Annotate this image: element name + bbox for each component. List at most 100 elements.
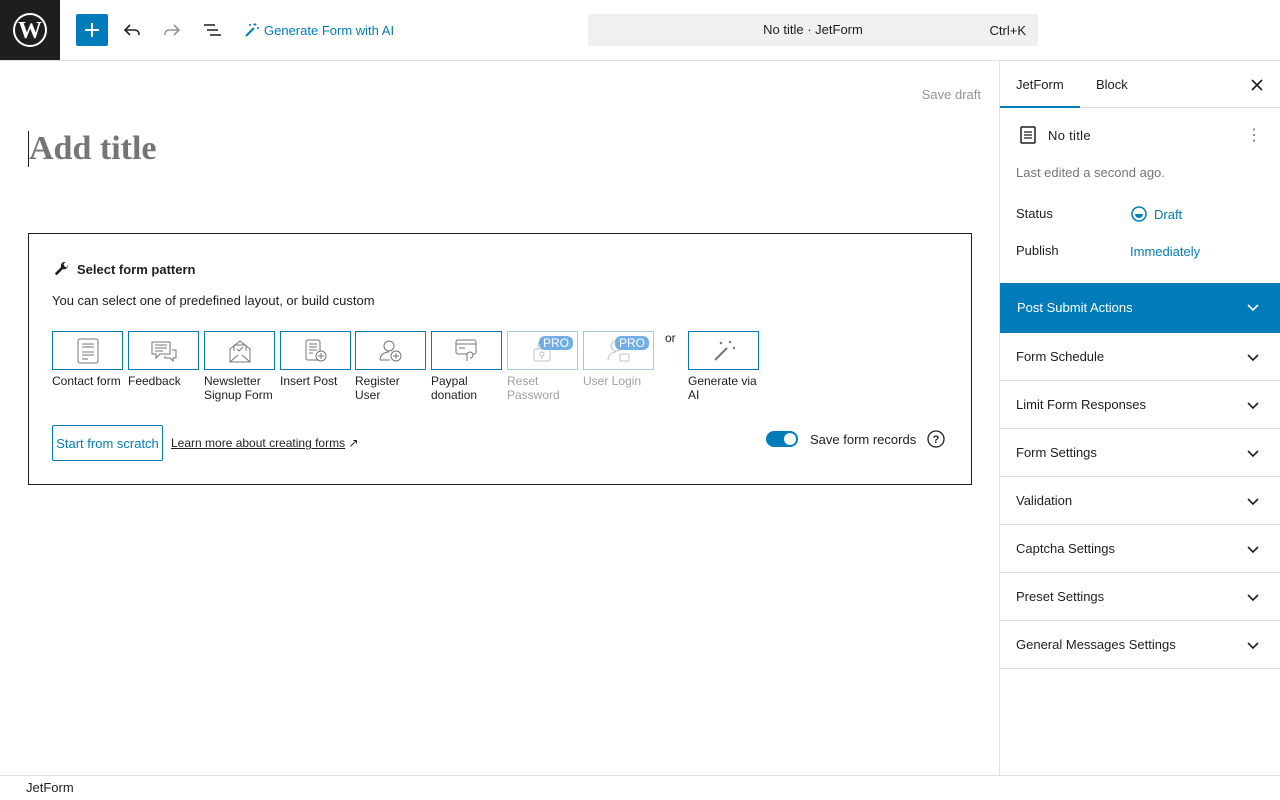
chevron-down-icon — [1247, 498, 1259, 506]
paypal-icon — [455, 339, 476, 361]
chevron-down-icon — [1247, 546, 1259, 554]
wrench-icon — [55, 261, 69, 275]
contact-form-icon — [77, 338, 98, 363]
panel-label: Captcha Settings — [1016, 541, 1116, 556]
undo-icon — [123, 24, 140, 36]
redo-button[interactable] — [156, 14, 188, 46]
pattern-contact-form[interactable]: Contact form — [52, 331, 123, 388]
panel-limit-form-responses[interactable]: Limit Form Responses — [1000, 381, 1280, 429]
pattern-heading-text: Select form pattern — [77, 261, 196, 277]
status-label: Status — [1016, 206, 1053, 221]
save-records-toggle[interactable] — [766, 431, 798, 447]
chevron-down-icon — [1247, 594, 1259, 602]
newsletter-icon — [229, 339, 250, 362]
save-draft-button[interactable]: Save draft — [922, 87, 981, 102]
panel-general-messages-settings[interactable]: General Messages Settings — [1000, 621, 1280, 669]
feedback-icon — [151, 341, 176, 362]
pattern-paypal-donation[interactable]: Paypal donation — [431, 331, 502, 402]
start-from-scratch-button[interactable]: Start from scratch — [52, 425, 163, 461]
pattern-feedback[interactable]: Feedback — [128, 331, 199, 388]
panel-label: Form Settings — [1016, 445, 1097, 460]
chevron-down-icon — [1247, 642, 1259, 650]
tab-block[interactable]: Block — [1080, 61, 1144, 108]
close-icon[interactable] — [1247, 75, 1267, 95]
draft-status-icon — [1131, 206, 1147, 222]
pattern-label: Contact form — [52, 374, 121, 388]
tab-jetform[interactable]: JetForm — [1000, 61, 1080, 108]
list-view-icon — [204, 24, 221, 36]
list-view-button[interactable] — [196, 14, 228, 46]
command-palette-bar[interactable]: No title · JetForm Ctrl+K — [588, 14, 1038, 46]
block-breadcrumb-bar: JetForm — [0, 775, 1280, 800]
document-title: No title · JetForm — [763, 22, 863, 37]
publish-value[interactable]: Immediately — [1130, 244, 1200, 259]
document-title: No title — [1048, 127, 1091, 143]
generate-form-ai-button[interactable]: Generate Form with AI — [244, 20, 394, 40]
pattern-newsletter[interactable]: Newsletter Signup Form — [204, 331, 275, 402]
pattern-heading: Select form pattern — [53, 260, 195, 278]
pattern-label: Register User — [355, 374, 400, 402]
pro-badge: PRO — [538, 336, 573, 350]
or-label: or — [665, 331, 676, 345]
sidebar-tabs: JetForm Block — [1000, 61, 1280, 108]
panel-label: Form Schedule — [1016, 349, 1105, 364]
learn-more-text: Learn more about creating forms — [171, 436, 346, 450]
undo-button[interactable] — [116, 14, 148, 46]
chevron-down-icon — [1247, 304, 1259, 312]
pattern-label: User Login — [583, 374, 642, 388]
pattern-label: Reset Password — [507, 374, 560, 402]
editor-canvas: Save draft Add title Select form pattern… — [0, 61, 999, 775]
panel-captcha-settings[interactable]: Captcha Settings — [1000, 525, 1280, 573]
learn-more-link[interactable]: Learn more about creating forms ↗ — [171, 436, 359, 450]
panel-label: Post Submit Actions — [1017, 300, 1133, 315]
panel-label: Validation — [1016, 493, 1073, 508]
svg-text:W: W — [18, 18, 42, 44]
magic-wand-icon — [245, 23, 259, 37]
chevron-down-icon — [1247, 450, 1259, 458]
panel-form-schedule[interactable]: Form Schedule — [1000, 333, 1280, 381]
insert-post-icon — [305, 339, 326, 361]
post-title-input[interactable]: Add title — [28, 131, 157, 167]
pattern-label: Insert Post — [280, 374, 338, 388]
pattern-label: Newsletter Signup Form — [204, 374, 273, 402]
document-card: No title — [1020, 126, 1091, 144]
generate-form-ai-label: Generate Form with AI — [264, 22, 395, 38]
settings-sidebar: JetForm Block No title ⋮ Last edited a s… — [999, 61, 1280, 775]
svg-text:?: ? — [933, 434, 940, 446]
chevron-down-icon — [1247, 402, 1259, 410]
chevron-down-icon — [1247, 354, 1259, 362]
panel-label: Limit Form Responses — [1016, 397, 1147, 412]
pattern-user-login[interactable]: PRO User Login — [583, 331, 654, 388]
pattern-generate-ai[interactable]: Generate via AI — [688, 331, 759, 402]
status-value[interactable]: Draft — [1130, 205, 1182, 223]
panel-preset-settings[interactable]: Preset Settings — [1000, 573, 1280, 621]
add-block-button[interactable] — [76, 14, 108, 46]
panel-validation[interactable]: Validation — [1000, 477, 1280, 525]
pattern-label: Paypal donation — [431, 374, 478, 402]
panel-form-settings[interactable]: Form Settings — [1000, 429, 1280, 477]
document-icon — [1020, 126, 1036, 144]
external-link-icon: ↗ — [348, 436, 359, 450]
save-records-label: Save form records — [810, 432, 917, 447]
register-user-icon — [379, 340, 401, 361]
pattern-insert-post[interactable]: Insert Post — [280, 331, 351, 388]
form-pattern-block: Select form pattern You can select one o… — [28, 233, 972, 485]
breadcrumb[interactable]: JetForm — [26, 780, 74, 795]
pattern-description: You can select one of predefined layout,… — [52, 293, 375, 308]
panel-post-submit-actions[interactable]: Post Submit Actions — [1000, 283, 1280, 333]
wordpress-logo-icon[interactable]: W — [0, 0, 60, 60]
magic-wand-icon — [713, 340, 735, 361]
publish-label: Publish — [1016, 243, 1059, 258]
pattern-register-user[interactable]: Register User — [355, 331, 426, 402]
plus-icon — [85, 23, 99, 37]
pattern-reset-password[interactable]: PRO Reset Password — [507, 331, 578, 402]
panel-label: Preset Settings — [1016, 589, 1105, 604]
keyboard-shortcut: Ctrl+K — [989, 23, 1026, 38]
pattern-label: Generate via AI — [688, 374, 757, 402]
panel-label: General Messages Settings — [1016, 637, 1176, 652]
more-options-icon[interactable]: ⋮ — [1246, 125, 1262, 145]
last-edited: Last edited a second ago. — [1016, 165, 1165, 180]
redo-icon — [164, 24, 181, 36]
pattern-label: Feedback — [128, 374, 181, 388]
help-icon[interactable]: ? — [927, 430, 945, 448]
